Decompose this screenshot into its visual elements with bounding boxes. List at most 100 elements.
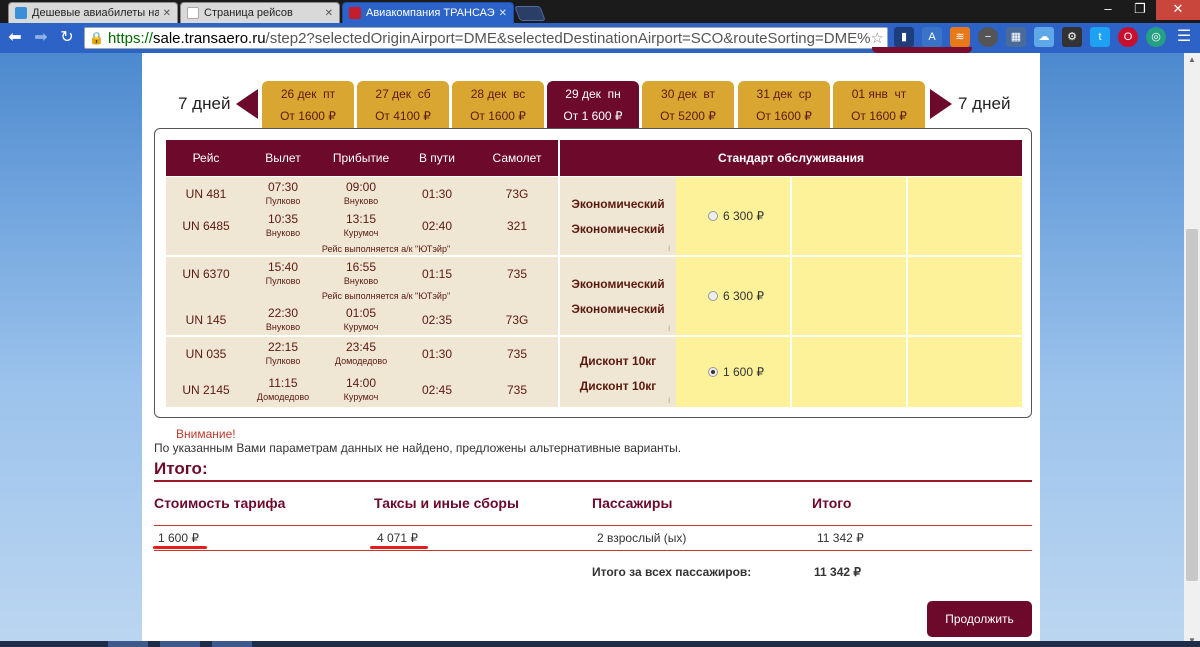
date-weekday: ср <box>798 87 812 101</box>
arr-airport: Курумоч <box>343 228 379 238</box>
forward-arrow-icon[interactable]: ➡ <box>30 27 52 49</box>
date-day: 30 дек <box>661 87 697 101</box>
close-icon[interactable]: ✕ <box>163 8 171 19</box>
date-weekday: чт <box>894 87 907 101</box>
window-controls: – ❐ ✕ <box>1092 0 1200 20</box>
browser-tab-2[interactable]: Страница рейсов ✕ <box>180 2 340 23</box>
extension-icon[interactable]: ▮ <box>894 27 914 47</box>
arr-time: 23:45 <box>345 340 377 354</box>
date-tab[interactable]: 28 дек вс От 1600 ₽ <box>452 81 544 128</box>
tab-title: Дешевые авиабилеты на <box>32 7 159 19</box>
address-bar[interactable]: 🔒 https://sale.transaero.ru/step2?select… <box>84 27 888 49</box>
fare-radio[interactable] <box>708 211 718 221</box>
date-price: От 1600 ₽ <box>280 109 336 123</box>
continue-button[interactable]: Продолжить <box>927 601 1032 637</box>
aircraft: 73G <box>505 313 529 327</box>
red-underline-mark <box>153 546 207 549</box>
cloud-icon[interactable]: ☁ <box>1034 27 1054 47</box>
date-tab[interactable]: 30 дек вт От 5200 ₽ <box>642 81 734 128</box>
info-icon[interactable]: i <box>668 396 670 405</box>
duration: 02:45 <box>421 383 453 397</box>
summary-fare-value: 1 600 ₽ <box>158 531 199 545</box>
scroll-thumb[interactable] <box>1186 229 1198 581</box>
bookmark-star-icon[interactable]: ☆ <box>871 29 884 47</box>
close-icon[interactable]: ✕ <box>499 8 507 19</box>
flight-number: UN 6485 <box>182 219 230 233</box>
date-tab[interactable]: 01 янв чт От 1600 ₽ <box>833 81 925 128</box>
grid-icon[interactable]: ▦ <box>1006 27 1026 47</box>
flight-group: UN 035 22:15 Пулково 23:45 Домодедово 01:3… <box>166 337 558 409</box>
prev-7-days[interactable]: 7 дней <box>178 89 259 119</box>
departure: 11:15 Домодедово <box>248 376 318 402</box>
reload-icon[interactable]: ↻ <box>56 27 78 49</box>
flight-number: UN 2145 <box>182 383 230 397</box>
new-tab-button[interactable] <box>514 6 546 21</box>
summary-row-divider <box>154 525 1032 526</box>
date-tab[interactable]: 27 дек сб От 4100 ₽ <box>357 81 449 128</box>
summary-total-value: 11 342 ₽ <box>817 531 864 545</box>
date-price: От 1600 ₽ <box>851 109 907 123</box>
aircraft: 735 <box>506 267 528 281</box>
header-departure: Вылет <box>265 151 301 165</box>
fare-option[interactable]: 1 600 ₽ <box>708 365 764 379</box>
vertical-scrollbar[interactable]: ▲ ▼ <box>1184 53 1200 647</box>
taskbar-item[interactable] <box>108 641 148 647</box>
info-icon[interactable]: i <box>668 324 670 333</box>
twitter-icon[interactable]: t <box>1090 27 1110 47</box>
maximize-button[interactable]: ❐ <box>1124 0 1156 20</box>
address-url[interactable]: https://sale.transaero.ru/step2?selected… <box>108 30 871 47</box>
fare-price: 6 300 ₽ <box>723 209 764 223</box>
tool-icon[interactable]: ⚙ <box>1062 27 1082 47</box>
browser-tab-1[interactable]: Дешевые авиабилеты на ✕ <box>8 2 178 23</box>
dep-airport: Домодедово <box>256 392 310 402</box>
date-weekday: вт <box>703 87 715 101</box>
header-duration: В пути <box>418 151 456 165</box>
block-icon[interactable]: − <box>978 27 998 47</box>
arr-airport: Внуково <box>343 196 379 206</box>
arrow-left-icon[interactable] <box>236 89 259 119</box>
table-row: UN 035 22:15 Пулково 23:45 Домодедово 01:3… <box>166 337 558 369</box>
rss-icon[interactable]: ≋ <box>950 27 970 47</box>
class-label: Экономический <box>571 222 665 236</box>
dep-time: 07:30 <box>267 180 299 194</box>
header-aircraft: Самолет <box>492 151 542 165</box>
departure: 15:40 Пулково <box>248 260 318 286</box>
date-weekday: сб <box>417 87 431 101</box>
taskbar-item[interactable] <box>212 641 252 647</box>
fare-cell[interactable]: 6 300 ₽ <box>676 257 790 337</box>
site-favicon-icon <box>15 7 27 19</box>
fare-radio-selected[interactable] <box>708 367 718 377</box>
date-day: 31 дек <box>756 87 793 101</box>
circle-icon[interactable]: ◎ <box>1146 27 1166 47</box>
arrow-right-icon[interactable] <box>930 89 952 119</box>
opera-icon[interactable]: O <box>1118 27 1138 47</box>
translate-icon[interactable]: A <box>922 27 942 47</box>
dep-airport: Внуково <box>265 322 301 332</box>
fare-radio[interactable] <box>708 291 718 301</box>
fare-cell[interactable]: 6 300 ₽ <box>676 177 790 257</box>
close-icon[interactable]: ✕ <box>325 8 333 19</box>
date-price: От 4100 ₽ <box>375 109 431 123</box>
back-arrow-icon[interactable]: ⬅ <box>4 27 26 49</box>
dep-time: 22:30 <box>267 306 299 320</box>
dep-time: 10:35 <box>267 212 299 226</box>
fare-cell-empty <box>908 337 1022 409</box>
minimize-button[interactable]: – <box>1092 0 1124 20</box>
date-tab[interactable]: 31 дек ср От 1600 ₽ <box>738 81 830 128</box>
next-7-days[interactable]: 7 дней <box>930 89 1010 119</box>
fare-cell-empty <box>908 177 1022 257</box>
taskbar-item[interactable] <box>160 641 200 647</box>
aircraft: 321 <box>506 219 528 233</box>
fare-option[interactable]: 6 300 ₽ <box>708 209 764 223</box>
date-tab[interactable]: 26 дек пт От 1600 ₽ <box>262 81 354 128</box>
arr-time: 09:00 <box>345 180 377 194</box>
browser-tab-3[interactable]: Авиакомпания ТРАНСАЭ ✕ <box>342 2 514 23</box>
window-close-button[interactable]: ✕ <box>1156 0 1200 20</box>
dep-airport: Пулково <box>265 276 301 286</box>
menu-icon[interactable]: ☰ <box>1174 27 1194 47</box>
scroll-up-icon[interactable]: ▲ <box>1184 55 1200 64</box>
info-icon[interactable]: i <box>668 244 670 253</box>
date-tab-selected[interactable]: 29 дек пн От 1 600 ₽ <box>547 81 639 128</box>
fare-option[interactable]: 6 300 ₽ <box>708 289 764 303</box>
fare-cell[interactable]: 1 600 ₽ <box>676 337 790 409</box>
